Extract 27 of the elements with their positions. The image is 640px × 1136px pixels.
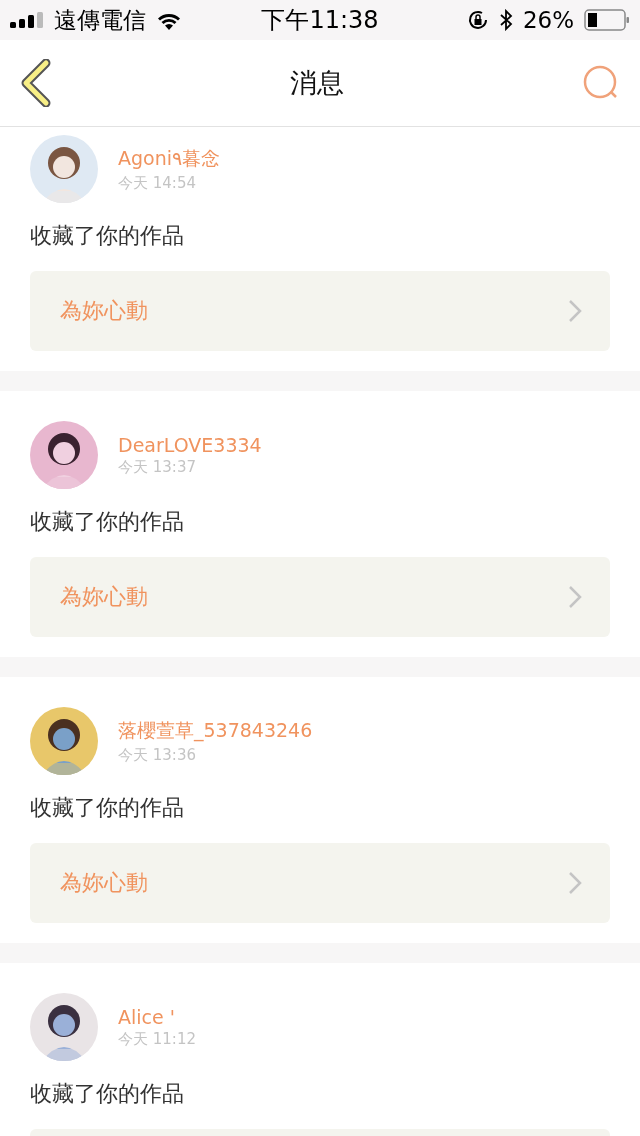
battery-icon <box>584 9 630 31</box>
page-title: 消息 <box>290 66 344 100</box>
message-text: 收藏了你的作品 <box>30 222 185 250</box>
message-time: 今天 14:54 <box>118 173 197 193</box>
message-time: 今天 13:36 <box>118 745 197 765</box>
message-time: 今天 11:12 <box>118 1029 196 1049</box>
chevron-right-icon <box>568 585 582 609</box>
work-link[interactable]: 為妳心動 <box>30 557 610 637</box>
chevron-right-icon <box>568 871 582 895</box>
message-time: 今天 13:37 <box>118 457 197 477</box>
user-name[interactable]: Agoni٩暮念 <box>118 145 221 172</box>
user-name[interactable]: Alice ' <box>118 1005 196 1028</box>
signal-icon <box>10 12 44 28</box>
back-icon[interactable] <box>20 59 52 107</box>
message-text: 收藏了你的作品 <box>30 1080 185 1108</box>
battery-percent: 26% <box>522 7 574 33</box>
message-text: 收藏了你的作品 <box>30 794 185 822</box>
user-name[interactable]: 落櫻萱草_537843246 <box>118 717 313 744</box>
work-link[interactable]: 為妳心動 <box>30 271 610 351</box>
rotation-lock-icon <box>466 9 489 31</box>
work-link[interactable]: 為妳心動 <box>30 843 610 923</box>
user-name[interactable]: DearLOVE3334 <box>118 433 262 456</box>
carrier-name: 遠傳電信 <box>54 5 146 35</box>
bluetooth-icon <box>498 9 513 31</box>
message-text: 收藏了你的作品 <box>30 508 185 536</box>
clock-time: 下午11:38 <box>261 5 379 36</box>
chevron-right-icon <box>568 299 582 323</box>
